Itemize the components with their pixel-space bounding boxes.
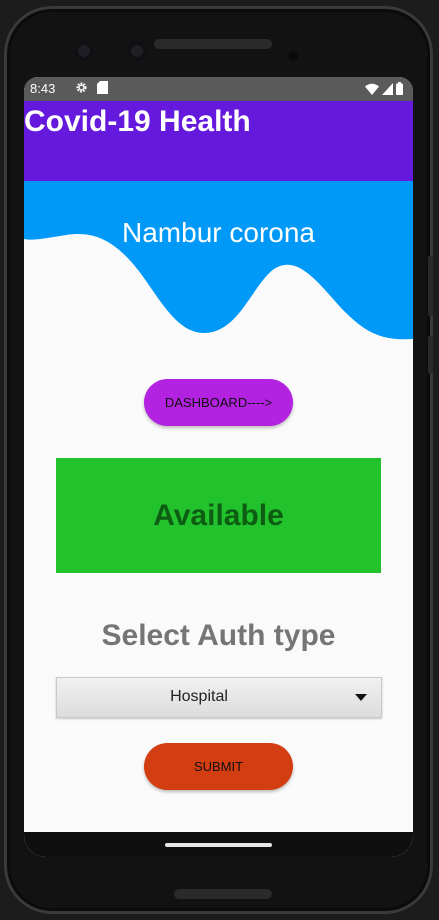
battery-icon (396, 82, 403, 95)
dashboard-button[interactable]: DASHBOARD----> (144, 379, 293, 426)
availability-label: Available (153, 498, 284, 532)
proximity-sensor (288, 51, 298, 61)
auth-type-dropdown[interactable]: Hospital (56, 677, 382, 718)
power-button (428, 336, 433, 374)
status-bar: 8:43 (24, 77, 413, 101)
auth-type-selected-value: Hospital (170, 688, 228, 705)
home-gesture-handle[interactable] (165, 843, 272, 847)
front-camera-icon (74, 41, 94, 61)
volume-button (428, 256, 433, 316)
navigation-bar (24, 832, 413, 857)
header-wave (24, 181, 413, 340)
submit-button[interactable]: SUBMIT (144, 743, 293, 790)
auth-type-heading: Select Auth type (101, 619, 336, 652)
signal-icon (382, 82, 393, 95)
app-bar: Covid-19 Health (24, 101, 413, 181)
wifi-icon (365, 83, 379, 95)
wave-title: Nambur corona (122, 217, 315, 248)
status-time: 8:43 (30, 81, 56, 96)
dropdown-arrow-icon (355, 694, 367, 701)
earpiece-speaker (154, 39, 272, 49)
sd-card-icon (97, 81, 108, 94)
phone-screen: 8:43 Covid-19 Health Nambur corona DASHB (24, 77, 413, 857)
front-camera-icon (127, 41, 147, 61)
bottom-speaker (174, 889, 272, 899)
availability-status-box: Available (56, 458, 381, 573)
gear-icon (76, 82, 87, 93)
app-title: Covid-19 Health (24, 105, 251, 138)
